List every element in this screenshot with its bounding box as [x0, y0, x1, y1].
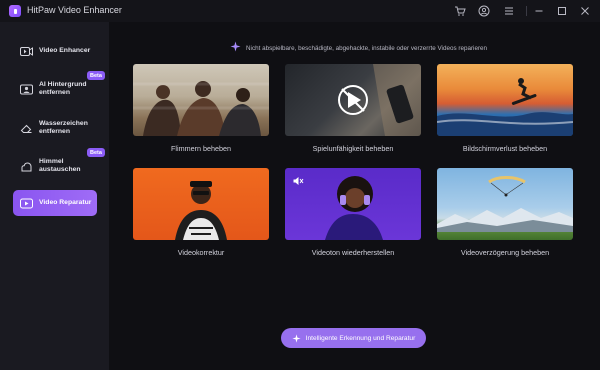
sidebar-item-label: Wasserzeichen entfernen — [39, 119, 88, 136]
sparkle-icon — [230, 39, 241, 57]
card-label: Videoton wiederherstellen — [311, 248, 395, 257]
cart-icon[interactable] — [453, 4, 467, 18]
background-remove-icon — [19, 82, 33, 96]
sky-icon — [19, 159, 33, 173]
sidebar-item-watermark[interactable]: Wasserzeichen entfernen — [13, 118, 97, 138]
menu-icon[interactable] — [502, 4, 516, 18]
card-label: Bildschirmverlust beheben — [462, 144, 548, 153]
sidebar: Video Enhancer AI Hintergrund entfernen … — [0, 22, 109, 370]
smart-detect-repair-button[interactable]: Intelligente Erkennung und Reparatur — [281, 328, 426, 348]
close-icon[interactable] — [578, 4, 592, 18]
title-bar: HitPaw Video Enhancer — [0, 0, 600, 22]
smart-detect-repair-label: Intelligente Erkennung und Reparatur — [305, 334, 416, 342]
card-label: Flimmern beheben — [171, 144, 231, 153]
account-icon[interactable] — [477, 4, 491, 18]
hint-banner: Nicht abspielbare, beschädigte, abgehack… — [230, 39, 487, 57]
card-label: Videoverzögerung beheben — [460, 248, 550, 257]
thumbnail-paraglider-image — [437, 168, 573, 240]
titlebar-divider — [526, 6, 527, 16]
hint-text: Nicht abspielbare, beschädigte, abgehack… — [246, 44, 488, 52]
card-delay-fix[interactable]: Videoverzögerung beheben — [437, 168, 573, 257]
app-logo-icon — [9, 5, 21, 17]
sidebar-item-sky[interactable]: Himmel austauschen — [13, 156, 97, 176]
card-label: Videokorrektur — [177, 248, 225, 257]
card-flicker-fix[interactable]: Flimmern beheben — [133, 64, 269, 153]
video-repair-icon — [19, 196, 33, 210]
minimize-icon[interactable] — [532, 4, 546, 18]
thumbnail-flicker-image — [133, 64, 269, 136]
card-label: Spielunfähigkeit beheben — [312, 144, 394, 153]
main-panel: Nicht abspielbare, beschädigte, abgehack… — [109, 22, 600, 370]
thumbnail-woman-headphones-image — [285, 168, 421, 240]
beta-badge: Beta — [87, 148, 105, 157]
card-video-correction[interactable]: Videokorrektur — [133, 168, 269, 257]
sidebar-item-label: Video Reparatur — [39, 198, 92, 206]
card-screen-loss-fix[interactable]: Bildschirmverlust beheben — [437, 64, 573, 153]
sidebar-item-label: Video Enhancer — [39, 46, 91, 54]
sidebar-item-label: Himmel austauschen — [39, 157, 81, 174]
sparkle-icon — [292, 333, 301, 343]
thumbnail-man-image — [133, 168, 269, 240]
sidebar-item-ai-background[interactable]: AI Hintergrund entfernen — [13, 79, 97, 99]
eraser-icon — [19, 121, 33, 135]
maximize-icon[interactable] — [555, 4, 569, 18]
sidebar-item-video-enhancer[interactable]: Video Enhancer — [13, 42, 97, 60]
sidebar-item-video-repair[interactable]: Video Reparatur — [13, 190, 97, 216]
thumbnail-playback-image — [285, 64, 421, 136]
thumbnail-surfer-image — [437, 64, 573, 136]
card-audio-restore[interactable]: Videoton wiederherstellen — [285, 168, 421, 257]
sidebar-item-label: AI Hintergrund entfernen — [39, 80, 87, 97]
mute-icon — [292, 174, 304, 192]
video-enhance-icon — [19, 44, 33, 58]
beta-badge: Beta — [87, 71, 105, 80]
app-title: HitPaw Video Enhancer — [27, 5, 122, 15]
card-playback-fix[interactable]: Spielunfähigkeit beheben — [285, 64, 421, 153]
